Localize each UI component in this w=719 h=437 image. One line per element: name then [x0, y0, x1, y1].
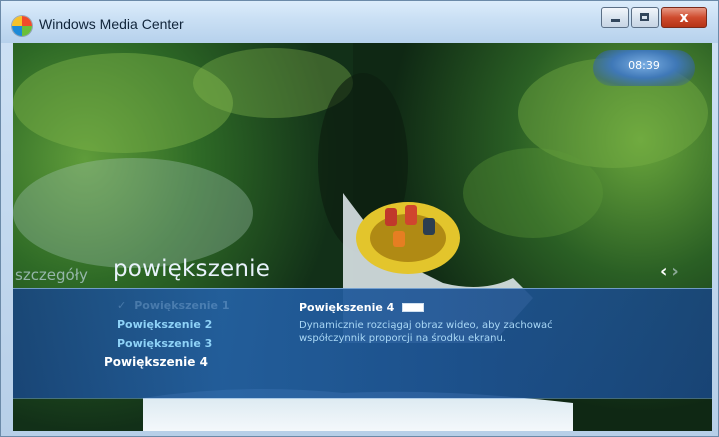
previous-section-heading[interactable]: szczegóły [15, 266, 88, 284]
minimize-button[interactable] [601, 7, 629, 28]
close-button[interactable]: x [661, 7, 707, 28]
next-arrow-icon[interactable]: › [671, 261, 678, 282]
maximize-icon [640, 13, 649, 21]
detail-description: Dynamicznie rozciągaj obraz wideo, aby z… [299, 320, 553, 344]
option-zoom-2[interactable]: Powiększenie 2 [117, 318, 212, 331]
minimize-icon [611, 19, 620, 22]
detail-title-text: Powiększenie 4 [299, 301, 395, 314]
window-title: Windows Media Center [39, 16, 184, 32]
page-title: powiększenie [113, 256, 271, 282]
media-center-window: Windows Media Center x 08:39 szczegóły p… [0, 0, 719, 437]
maximize-button[interactable] [631, 7, 659, 28]
clock-badge: 08:39 [593, 50, 695, 86]
detail-title: Powiększenie 4 [299, 301, 425, 314]
widescreen-aspect-icon [402, 303, 425, 312]
title-bar[interactable]: Windows Media Center x [1, 1, 718, 43]
checkmark-icon: ✓ [117, 299, 127, 312]
panel-divider-top [13, 288, 712, 289]
close-icon: x [679, 9, 689, 26]
media-center-content: 08:39 szczegóły powiększenie ‹ › ✓ Powięks… [13, 43, 712, 431]
nav-arrows: ‹ › [660, 261, 679, 282]
option-zoom-3[interactable]: Powiększenie 3 [117, 337, 212, 350]
previous-arrow-icon[interactable]: ‹ [660, 261, 667, 282]
option-zoom-4[interactable]: Powiększenie 4 [104, 355, 208, 369]
option-zoom-1[interactable]: ✓ Powiększenie 1 [117, 299, 230, 312]
clock-time: 08:39 [628, 59, 660, 72]
windows-logo-icon [12, 16, 32, 36]
option-label: Powiększenie 1 [134, 299, 230, 312]
panel-divider-bottom [13, 398, 712, 399]
